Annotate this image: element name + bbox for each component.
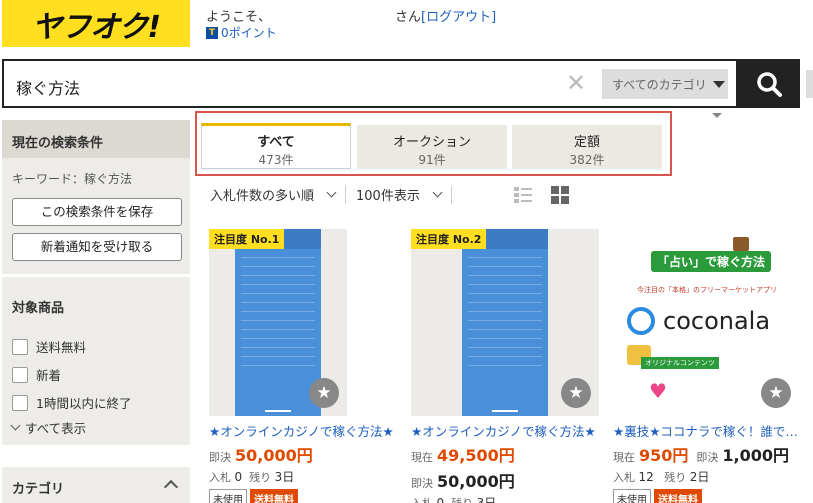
bid-info: 入札 0 残り 3日 [209,470,295,484]
price-row: 即決 50,000円 [209,442,399,466]
filter-new[interactable]: 新着 [12,365,61,384]
yahoo-auction-logo[interactable]: ヤフオク! [2,0,190,47]
divider [450,185,452,204]
checkbox[interactable] [12,366,28,383]
logout-link[interactable]: [ログアウト] [421,10,496,25]
divider [2,274,190,277]
chevron-up-icon[interactable] [163,479,179,495]
product-title[interactable]: ★オンラインカジノで稼ぐ方法★ [209,421,394,440]
keyword-condition: キーワード：稼ぐ方法 [12,172,133,186]
bid-info: 入札 12 残り 2日 [613,470,710,484]
free-shipping-tag: 送料無料 [250,489,298,503]
list-view-icon[interactable] [514,186,532,204]
filter-ending-soon[interactable]: 1時間以内に終了 [12,393,131,412]
show-all-link[interactable]: すべて表示 [10,418,86,437]
tab-auction[interactable]: オークション 91件 [357,125,507,169]
price-row: 現在 950円 即決 1,000円 [613,442,813,466]
chevron-down-icon [432,187,443,198]
bag-icon [733,237,749,251]
phone-screenshot [235,229,321,416]
unused-tag: 未使用 [209,489,247,503]
search-input[interactable]: 稼ぐ方法 ✕ すべてのカテゴリ [2,59,738,108]
watchlist-star-icon[interactable]: ★ [561,378,591,408]
product-image[interactable]: 「占い」で稼ぐ方法 今注目の「本格」のフリーマーケットアプリ coconala … [613,229,799,416]
divider [345,185,347,204]
checkbox[interactable] [12,338,28,355]
current-conditions-heading: 現在の検索条件 [2,120,190,158]
watchlist-star-icon[interactable]: ★ [761,378,791,408]
sidebar: 現在の検索条件 キーワード：稼ぐ方法 この検索条件を保存 新着通知を受け取る 対… [2,120,190,503]
category-heading[interactable]: カテゴリ [12,478,64,497]
watchlist-star-icon[interactable]: ★ [309,378,339,408]
tabs-highlight-frame: すべて 473件 オークション 91件 定額 382件 [195,111,672,176]
tab-fixed-price[interactable]: 定額 382件 [512,125,662,169]
rank-badge: 注目度 No.2 [411,229,487,249]
tags: 未使用 送料無料 [613,489,813,503]
tab-all[interactable]: すべて 473件 [201,123,351,169]
welcome-text: ようこそ、 さん[ログアウト] [206,6,496,25]
buyout-row: 即決 50,000円 [411,468,601,492]
side-edge [806,70,813,98]
price-row: 現在 49,500円 [411,442,601,466]
product-card[interactable]: 注目度 No.1 ★ ★オンラインカジノで稼ぐ方法★ 即決 50,000円 入札… [209,229,399,503]
buyout-price: 50,000円 [437,472,515,491]
caret-down-icon [712,80,725,88]
chevron-down-icon [326,187,337,198]
user-name-suffix: さん [395,10,422,25]
checkbox[interactable] [12,394,28,411]
search-icon [757,71,782,97]
product-title[interactable]: ★オンラインカジノで稼ぐ方法★ [411,421,596,440]
sort-bar: 入札件数の多い順 100件表示 [210,185,462,204]
heart-icon: ♥ [649,379,667,403]
bid-info: 入札 0 残り 3日 [411,496,497,503]
free-shipping-tag: 送料無料 [654,489,702,503]
product-title[interactable]: ★裏技★ココナラで稼ぐ！誰で… [613,421,798,440]
points-link[interactable]: T 0ポイント [206,24,277,41]
t-point-icon: T [206,26,218,39]
divider [2,445,190,467]
category-select[interactable]: すべてのカテゴリ [602,69,728,99]
grid-view-icon[interactable] [551,186,569,204]
product-card[interactable]: 「占い」で稼ぐ方法 今注目の「本格」のフリーマーケットアプリ coconala … [613,229,813,503]
product-card[interactable]: 注目度 No.2 ★ ★オンラインカジノで稼ぐ方法★ 現在 49,500円 即決… [411,229,601,503]
save-conditions-button[interactable]: この検索条件を保存 [12,198,182,226]
product-image[interactable]: 注目度 No.2 ★ [411,229,599,416]
target-products-heading: 対象商品 [12,301,65,316]
current-price: 950円 [639,446,689,465]
sort-select[interactable]: 入札件数の多い順 [210,185,337,204]
current-price: 49,500円 [437,446,515,465]
caret-down-icon [712,113,722,118]
tags: 未使用 送料無料 [209,489,399,503]
buyout-price: 1,000円 [722,446,790,465]
product-image[interactable]: 注目度 No.1 ★ [209,229,347,416]
coconala-logo-icon [627,307,655,335]
clear-icon[interactable]: ✕ [566,70,586,96]
notify-button[interactable]: 新着通知を受け取る [12,233,182,261]
unused-tag: 未使用 [613,489,651,503]
phone-screenshot [462,229,548,416]
rank-badge: 注目度 No.1 [209,229,285,249]
filter-free-shipping[interactable]: 送料無料 [12,337,86,356]
per-page-select[interactable]: 100件表示 [356,185,443,204]
search-button[interactable] [738,59,800,108]
chevron-down-icon [10,420,21,430]
price: 50,000円 [235,446,313,465]
